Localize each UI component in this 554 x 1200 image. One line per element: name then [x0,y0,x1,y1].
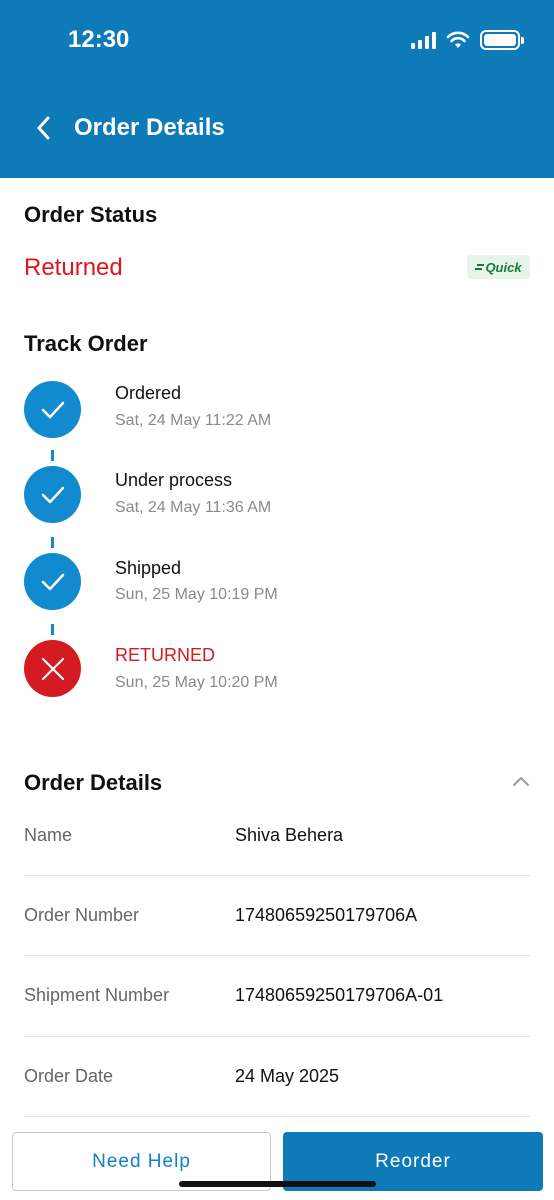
detail-label: Name [24,825,73,845]
detail-label: Shipment Number [24,985,170,1005]
timeline-connector [51,624,54,635]
chevron-left-icon [37,116,50,140]
check-icon [41,573,64,590]
cellular-signal-icon [411,31,436,49]
detail-row-name: Name Shiva Behera [24,795,530,875]
order-status-heading: Order Status [24,202,158,227]
step-time: Sat, 24 May 11:22 AM [115,412,272,429]
detail-label: Order Date [24,1066,114,1086]
speed-lines-icon [475,264,485,270]
check-icon [41,401,64,418]
track-order-heading: Track Order [24,331,148,356]
detail-row-order-date: Order Date 24 May 2025 [24,1037,530,1117]
detail-row-shipment-number: Shipment Number 17480659250179706A-01 [24,956,530,1036]
step-time: Sun, 25 May 10:20 PM [115,674,278,691]
wifi-icon [446,31,470,48]
detail-label: Order Number [24,905,140,925]
quick-badge-label: Quick [485,259,522,275]
divider [24,1116,530,1117]
check-icon [41,486,64,503]
app-header: 12:30 Order Details [0,0,554,178]
chevron-up-icon[interactable] [510,770,532,792]
step-returned-status-icon [24,640,81,697]
detail-value: 17480659250179706A-01 [235,985,444,1005]
step-label: Ordered [115,383,182,403]
detail-value: Shiva Behera [235,825,344,845]
step-shipped-status-icon [24,553,81,610]
home-indicator [179,1181,376,1187]
battery-icon [480,30,524,50]
order-status-value: Returned [24,254,123,281]
order-details-heading: Order Details [24,770,163,795]
back-button[interactable] [36,112,56,144]
detail-value: 24 May 2025 [235,1066,340,1086]
timeline-connector [51,450,54,461]
timeline-connector [51,537,54,548]
page-title: Order Details [74,114,225,141]
detail-value: 17480659250179706A [235,905,418,925]
step-label: Under process [115,470,233,490]
step-time: Sun, 25 May 10:19 PM [115,586,278,603]
detail-row-order-number: Order Number 17480659250179706A [24,876,530,956]
close-icon [41,657,64,680]
status-time: 12:30 [68,26,130,53]
step-label: Shipped [115,558,182,578]
nav-bar: Order Details [36,112,225,144]
step-time: Sat, 24 May 11:36 AM [115,499,272,516]
step-under-process-status-icon [24,466,81,523]
step-ordered-status-icon [24,381,81,438]
step-label: RETURNED [115,645,216,665]
quick-badge: Quick [467,255,530,279]
status-icons [411,30,524,50]
